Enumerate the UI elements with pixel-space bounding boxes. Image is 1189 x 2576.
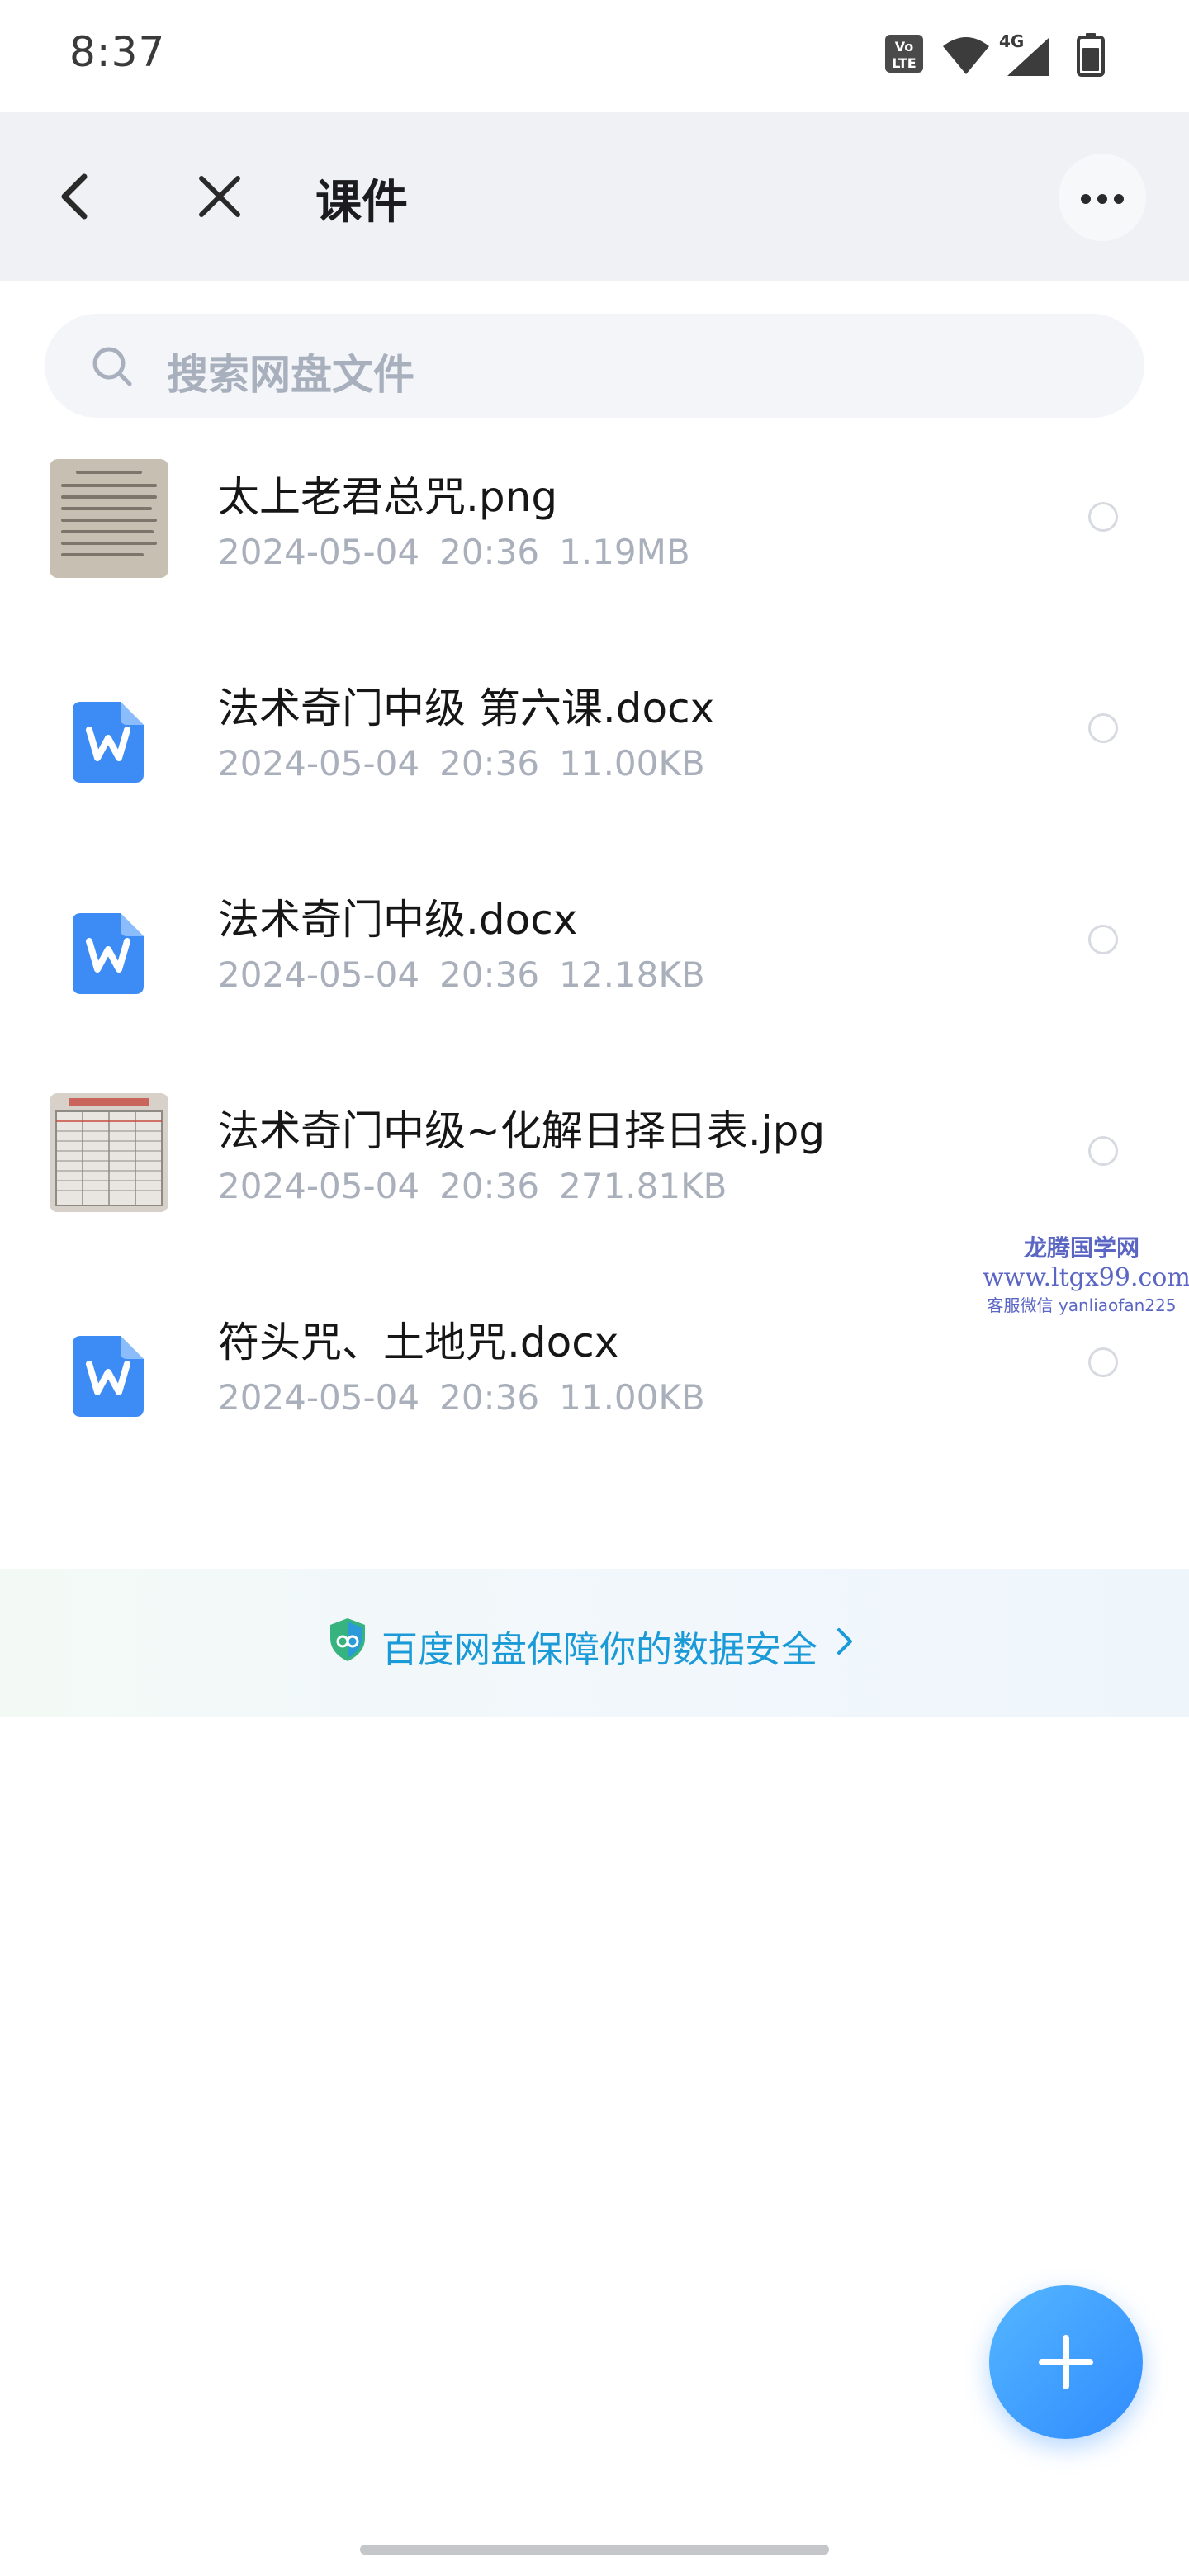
- word-doc-icon: [73, 702, 144, 783]
- chevron-right-icon: [832, 1625, 855, 1658]
- select-radio[interactable]: [1088, 713, 1118, 743]
- file-time: 20:36: [439, 954, 540, 995]
- close-icon[interactable]: [190, 167, 249, 226]
- search-icon: [89, 343, 135, 390]
- file-row[interactable]: 太上老君总咒.png 2024-05-04 20:36 1.19MB: [0, 446, 1189, 657]
- file-time: 20:36: [439, 743, 540, 784]
- file-size: 1.19MB: [559, 532, 690, 572]
- select-radio[interactable]: [1088, 1347, 1118, 1377]
- wifi-icon: [941, 35, 991, 79]
- shield-icon: [329, 1617, 367, 1663]
- file-name: 法术奇门中级~化解日择日表.jpg: [218, 1107, 826, 1155]
- file-size: 11.00KB: [559, 1377, 705, 1418]
- file-meta: 2024-05-04 20:36 11.00KB: [218, 743, 725, 784]
- file-size: 11.00KB: [559, 743, 705, 784]
- safety-banner[interactable]: 百度网盘保障你的数据安全: [0, 1569, 1189, 1717]
- watermark: 龙腾国学网 www.ltgx99.com 客服微信 yanliaofan225: [983, 1230, 1189, 1316]
- safety-banner-text: 百度网盘保障你的数据安全: [381, 1629, 817, 1671]
- file-date: 2024-05-04: [218, 1166, 420, 1206]
- status-bar: 8:37 Vo LTE 4G: [0, 0, 1189, 112]
- file-name: 法术奇门中级 第六课.docx: [218, 684, 715, 732]
- watermark-line-2: www.ltgx99.com: [983, 1263, 1189, 1292]
- word-doc-icon: [73, 1336, 144, 1417]
- file-row[interactable]: 法术奇门中级 第六课.docx 2024-05-04 20:36 11.00KB: [0, 657, 1189, 869]
- more-dots-icon[interactable]: [1059, 154, 1146, 241]
- select-radio[interactable]: [1088, 1136, 1118, 1166]
- file-name: 太上老君总咒.png: [218, 473, 558, 521]
- file-meta: 2024-05-04 20:36 271.81KB: [218, 1166, 746, 1206]
- search-input[interactable]: 搜索网盘文件: [45, 314, 1144, 418]
- file-time: 20:36: [439, 1377, 540, 1418]
- page-title: 课件: [315, 176, 408, 230]
- volte-icon: Vo LTE: [883, 31, 925, 79]
- back-arrow-icon[interactable]: [48, 167, 101, 226]
- file-meta: 2024-05-04 20:36 12.18KB: [218, 954, 725, 995]
- file-size: 12.18KB: [559, 954, 705, 995]
- plus-icon: [1039, 2335, 1093, 2389]
- file-date: 2024-05-04: [218, 1377, 420, 1418]
- select-radio[interactable]: [1088, 925, 1118, 954]
- word-doc-icon: [73, 913, 144, 994]
- status-time: 8:37: [69, 28, 166, 76]
- svg-text:LTE: LTE: [892, 55, 916, 71]
- file-size: 271.81KB: [559, 1166, 727, 1206]
- file-date: 2024-05-04: [218, 743, 420, 784]
- file-row[interactable]: 符头咒、土地咒.docx 2024-05-04 20:36 11.00KB: [0, 1291, 1189, 1503]
- add-button[interactable]: [989, 2285, 1143, 2439]
- file-date: 2024-05-04: [218, 532, 420, 572]
- nav-bar: 课件: [0, 112, 1189, 281]
- watermark-line-1: 龙腾国学网: [1023, 1234, 1139, 1262]
- battery-icon: [1077, 33, 1105, 81]
- image-thumbnail: [50, 459, 168, 578]
- search-placeholder: 搜索网盘文件: [167, 351, 414, 399]
- file-date: 2024-05-04: [218, 954, 420, 995]
- home-indicator[interactable]: [360, 2545, 829, 2555]
- file-time: 20:36: [439, 1166, 540, 1206]
- watermark-line-3: 客服微信 yanliaofan225: [987, 1295, 1177, 1315]
- file-name: 法术奇门中级.docx: [218, 896, 578, 944]
- file-row[interactable]: 法术奇门中级.docx 2024-05-04 20:36 12.18KB: [0, 869, 1189, 1080]
- file-time: 20:36: [439, 532, 540, 572]
- file-name: 符头咒、土地咒.docx: [218, 1319, 619, 1366]
- svg-text:Vo: Vo: [895, 39, 914, 54]
- image-thumbnail: [50, 1093, 168, 1212]
- file-meta: 2024-05-04 20:36 1.19MB: [218, 532, 710, 572]
- select-radio[interactable]: [1088, 502, 1118, 532]
- status-icons: Vo LTE 4G: [883, 31, 1131, 81]
- file-meta: 2024-05-04 20:36 11.00KB: [218, 1377, 725, 1418]
